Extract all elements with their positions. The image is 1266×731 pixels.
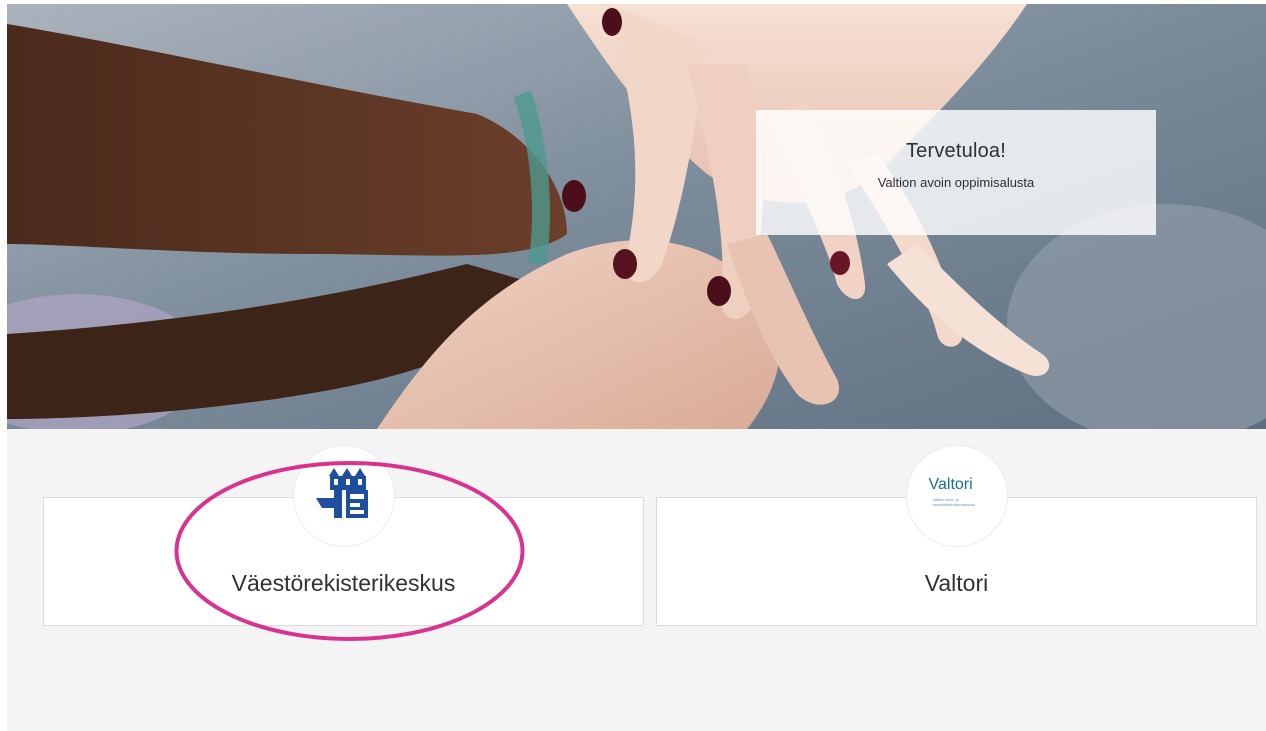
valtori-logo-tagline: Valtion tieto- ja viestintätekniikkakesk…	[932, 497, 976, 507]
organization-card-valtori[interactable]: Valtori Valtion tieto- ja viestintätekni…	[656, 446, 1257, 626]
organization-name-valtori: Valtori	[924, 570, 989, 596]
vrk-building-logo-icon	[293, 446, 394, 546]
hero-banner: Tervetuloa! Valtion avoin oppimisalusta	[7, 4, 1266, 429]
valtori-logo-text: Valtori	[928, 476, 973, 493]
organization-name-vrk: Väestörekisterikeskus	[231, 570, 456, 596]
organization-section: Väestörekisterikeskus Valtori Valtion ti…	[7, 429, 1266, 731]
welcome-title: Tervetuloa!	[905, 140, 1007, 162]
welcome-panel: Tervetuloa! Valtion avoin oppimisalusta	[756, 110, 1156, 235]
page: Tervetuloa! Valtion avoin oppimisalusta	[0, 0, 1266, 731]
valtori-logo-icon: Valtori Valtion tieto- ja viestintätekni…	[906, 446, 1007, 546]
organization-card-vrk[interactable]: Väestörekisterikeskus	[43, 446, 644, 626]
welcome-subtitle: Valtion avoin oppimisalusta	[877, 175, 1035, 190]
